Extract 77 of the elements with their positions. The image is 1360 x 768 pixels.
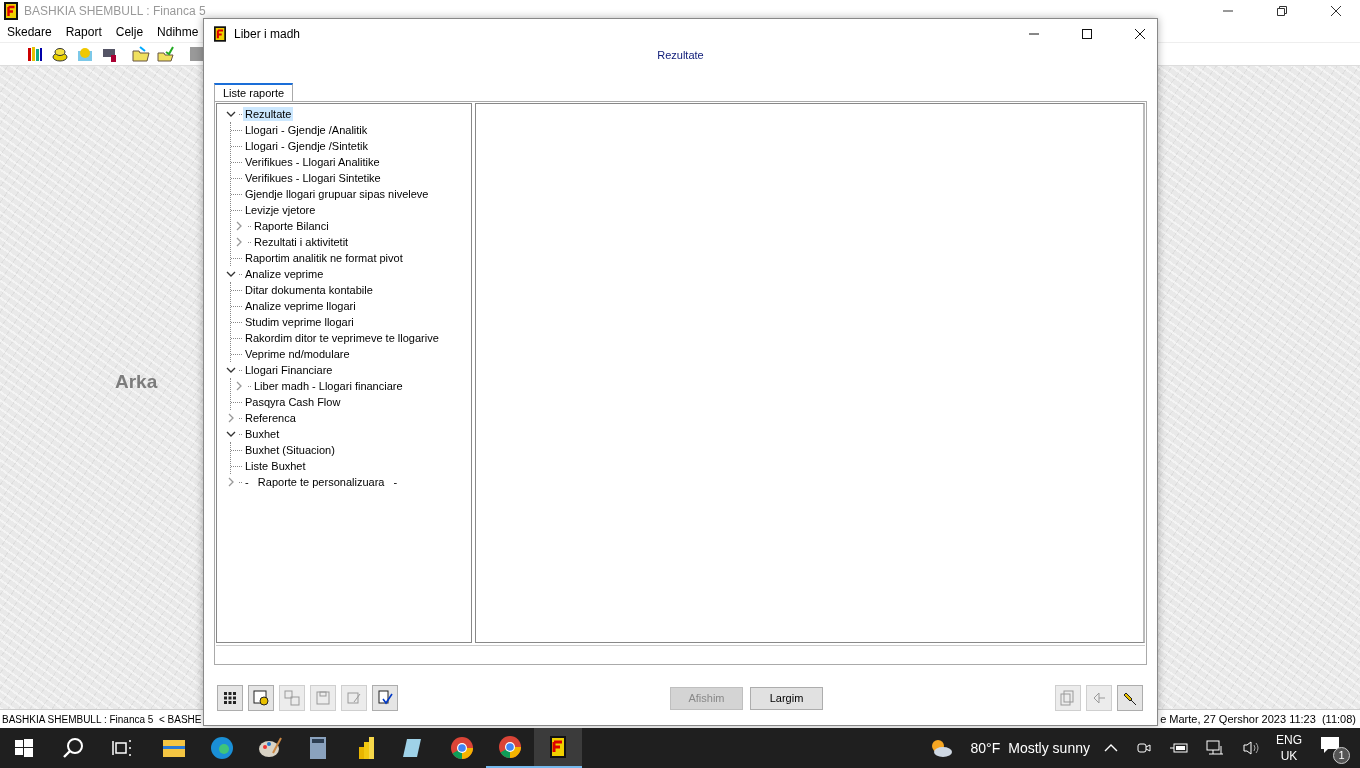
tab[interactable]: Liste raporte xyxy=(214,83,294,101)
tree-item[interactable]: Liber madh - Llogari financiare xyxy=(252,379,405,393)
menu-item[interactable]: Raport xyxy=(65,25,102,39)
check-document-icon xyxy=(377,690,393,706)
dialog-title: Liber i madh xyxy=(234,27,301,41)
grid-icon xyxy=(222,690,238,706)
tree-item[interactable]: Ditar dokumenta kontabile xyxy=(243,283,375,297)
weather-text[interactable]: Mostly sunny xyxy=(1008,740,1090,756)
coins-icon[interactable] xyxy=(51,45,69,63)
chevron-icon[interactable] xyxy=(226,365,236,375)
tree-item[interactable]: Referenca xyxy=(243,411,298,425)
pin-icon xyxy=(1122,690,1138,706)
tree-item[interactable]: Gjendje llogari grupuar sipas niveleve xyxy=(243,187,431,201)
tree-item[interactable]: Studim veprime llogari xyxy=(243,315,356,329)
tree-item[interactable]: Verifikues - Llogari Sintetike xyxy=(243,171,383,185)
tree-item[interactable]: Rezultati i aktivitetit xyxy=(252,235,351,249)
close-icon[interactable] xyxy=(1134,28,1146,40)
language-text[interactable]: ENG xyxy=(1276,732,1302,748)
start-icon[interactable] xyxy=(14,738,34,758)
chevron-up-icon[interactable] xyxy=(1104,743,1118,753)
tree-item[interactable]: Llogari - Gjendje /Analitik xyxy=(243,123,370,137)
tree-item[interactable]: Rezultate xyxy=(243,107,294,121)
maximize-icon[interactable] xyxy=(1081,28,1093,40)
arrow-icon xyxy=(1091,690,1107,706)
tree-item[interactable]: Llogari Financiare xyxy=(243,363,335,377)
tree-item[interactable]: Buxhet (Situacion) xyxy=(243,443,337,457)
notification-count[interactable]: 1 xyxy=(1333,747,1350,764)
app-logo-icon xyxy=(214,26,226,42)
report-heading: Rezultate xyxy=(657,49,704,63)
pages-icon xyxy=(1060,690,1076,706)
tree-item[interactable]: Rakordim ditor te veprimeve te llogarive xyxy=(243,331,441,345)
chevron-icon[interactable] xyxy=(226,109,236,119)
task-view-icon[interactable] xyxy=(112,738,132,758)
tree-item[interactable]: Liste Buxhet xyxy=(243,459,308,473)
menu-item[interactable]: Skedare xyxy=(7,25,52,39)
menu-item[interactable]: Celje xyxy=(115,25,144,39)
region-text[interactable]: UK xyxy=(1280,748,1298,764)
edit-icon xyxy=(346,690,362,706)
check-tool-button[interactable] xyxy=(372,685,398,711)
tree-item[interactable]: Verifikues - Llogari Analitike xyxy=(243,155,382,169)
settings-tool-button[interactable] xyxy=(248,685,274,711)
copy-icon xyxy=(284,690,300,706)
app-logo-icon xyxy=(4,2,18,20)
volume-icon[interactable] xyxy=(1242,740,1260,756)
action-button[interactable]: Largim xyxy=(750,686,823,710)
menu-item[interactable]: Ndihme xyxy=(157,25,199,39)
tree-item[interactable]: Analize veprime llogari xyxy=(243,299,358,313)
status-date: e Marte, 27 Qershor 2023 11:23 (11:08) xyxy=(1160,713,1356,725)
window-title: BASHKIA SHEMBULL : Financa 5 xyxy=(24,4,206,18)
grid-tool-button[interactable] xyxy=(217,685,243,711)
tree-item[interactable]: Levizje vjetore xyxy=(243,203,318,217)
books-icon[interactable] xyxy=(26,45,44,63)
status-text: BASHKIA SHEMBULL : Financa 5 < BASHE xyxy=(2,713,202,725)
tree-item[interactable]: Raporte Bilanci xyxy=(252,219,331,233)
folder-icon[interactable] xyxy=(157,45,175,63)
tree-item[interactable]: Analize veprime xyxy=(243,267,326,281)
chevron-icon[interactable] xyxy=(226,269,236,279)
sheet-icon xyxy=(253,690,269,706)
save-icon xyxy=(315,690,331,706)
network-icon[interactable] xyxy=(1206,740,1224,756)
pin-tool-button[interactable] xyxy=(1117,685,1143,711)
tree-item[interactable]: Llogari - Gjendje /Sintetik xyxy=(243,139,370,153)
camera-icon[interactable] xyxy=(1136,740,1152,756)
tree-item[interactable]: Raportim analitik ne format pivot xyxy=(243,251,405,265)
tree-item[interactable]: Veprime nd/modulare xyxy=(243,347,352,361)
tree-item[interactable]: - Raporte te personalizuara - xyxy=(243,475,400,489)
battery-icon[interactable] xyxy=(1170,742,1188,754)
tree-item[interactable]: Buxhet xyxy=(243,427,282,441)
folder-icon[interactable] xyxy=(132,45,150,63)
tree-item[interactable]: Pasqyra Cash Flow xyxy=(243,395,343,409)
temperature-text[interactable]: 80°F xyxy=(970,740,1001,756)
restore-icon[interactable] xyxy=(1276,5,1288,17)
chevron-icon[interactable] xyxy=(226,429,236,439)
search-icon[interactable] xyxy=(62,737,84,759)
notification-icon[interactable] xyxy=(1320,736,1340,754)
close-icon[interactable] xyxy=(1330,5,1342,17)
app-logo-icon[interactable] xyxy=(534,728,582,768)
